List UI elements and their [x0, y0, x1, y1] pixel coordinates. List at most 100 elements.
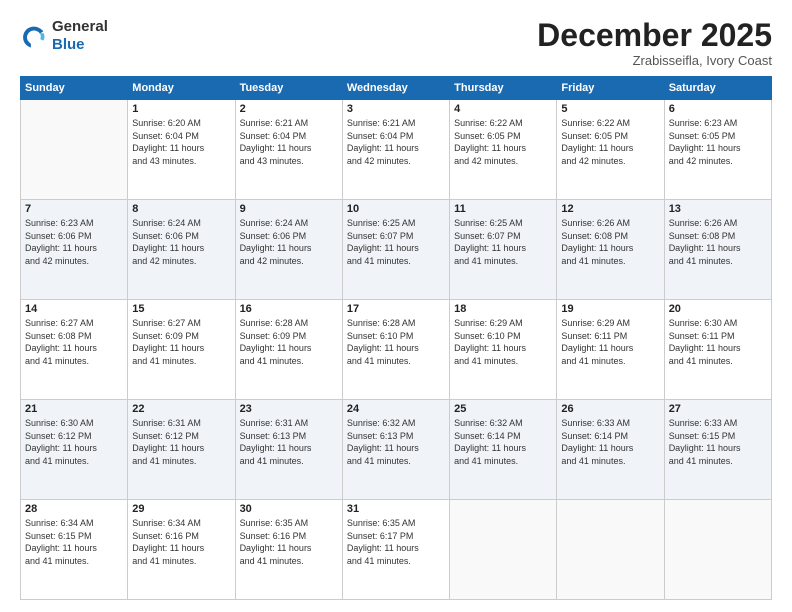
calendar-cell: 20 Sunrise: 6:30 AMSunset: 6:11 PMDayligh… [664, 300, 771, 400]
calendar-cell: 29 Sunrise: 6:34 AMSunset: 6:16 PMDayligh… [128, 500, 235, 600]
day-number: 31 [347, 503, 445, 515]
calendar-cell: 6 Sunrise: 6:23 AMSunset: 6:05 PMDaylight… [664, 100, 771, 200]
day-info: Sunrise: 6:32 AMSunset: 6:14 PMDaylight:… [454, 417, 552, 467]
day-info: Sunrise: 6:34 AMSunset: 6:15 PMDaylight:… [25, 517, 123, 567]
day-number: 6 [669, 103, 767, 115]
day-info: Sunrise: 6:22 AMSunset: 6:05 PMDaylight:… [454, 117, 552, 167]
calendar-cell: 17 Sunrise: 6:28 AMSunset: 6:10 PMDayligh… [342, 300, 449, 400]
day-info: Sunrise: 6:25 AMSunset: 6:07 PMDaylight:… [454, 217, 552, 267]
day-number: 3 [347, 103, 445, 115]
day-number: 27 [669, 403, 767, 415]
day-info: Sunrise: 6:27 AMSunset: 6:09 PMDaylight:… [132, 317, 230, 367]
calendar-cell: 14Sunrise: 6:27 AMSunset: 6:08 PMDayligh… [21, 300, 128, 400]
location-subtitle: Zrabisseifla, Ivory Coast [537, 53, 772, 68]
calendar-cell: 16 Sunrise: 6:28 AMSunset: 6:09 PMDayligh… [235, 300, 342, 400]
weekday-monday: Monday [128, 77, 235, 100]
day-info: Sunrise: 6:32 AMSunset: 6:13 PMDaylight:… [347, 417, 445, 467]
weekday-tuesday: Tuesday [235, 77, 342, 100]
calendar-cell: 19Sunrise: 6:29 AMSunset: 6:11 PMDayligh… [557, 300, 664, 400]
day-info: Sunrise: 6:31 AMSunset: 6:12 PMDaylight:… [132, 417, 230, 467]
day-number: 11 [454, 203, 552, 215]
day-info: Sunrise: 6:35 AMSunset: 6:16 PMDaylight:… [240, 517, 338, 567]
day-number: 1 [132, 103, 230, 115]
day-info: Sunrise: 6:33 AMSunset: 6:14 PMDaylight:… [561, 417, 659, 467]
day-number: 15 [132, 303, 230, 315]
weekday-thursday: Thursday [450, 77, 557, 100]
day-info: Sunrise: 6:33 AMSunset: 6:15 PMDaylight:… [669, 417, 767, 467]
calendar-table: SundayMondayTuesdayWednesdayThursdayFrid… [20, 76, 772, 600]
day-number: 20 [669, 303, 767, 315]
calendar-cell: 2 Sunrise: 6:21 AMSunset: 6:04 PMDaylight… [235, 100, 342, 200]
day-info: Sunrise: 6:34 AMSunset: 6:16 PMDaylight:… [132, 517, 230, 567]
calendar-cell: 18Sunrise: 6:29 AMSunset: 6:10 PMDayligh… [450, 300, 557, 400]
day-number: 5 [561, 103, 659, 115]
week-row-1: 1 Sunrise: 6:20 AMSunset: 6:04 PMDaylight… [21, 100, 772, 200]
day-info: Sunrise: 6:31 AMSunset: 6:13 PMDaylight:… [240, 417, 338, 467]
week-row-3: 14Sunrise: 6:27 AMSunset: 6:08 PMDayligh… [21, 300, 772, 400]
day-info: Sunrise: 6:30 AMSunset: 6:12 PMDaylight:… [25, 417, 123, 467]
day-info: Sunrise: 6:28 AMSunset: 6:10 PMDaylight:… [347, 317, 445, 367]
week-row-5: 28 Sunrise: 6:34 AMSunset: 6:15 PMDayligh… [21, 500, 772, 600]
day-number: 25 [454, 403, 552, 415]
weekday-sunday: Sunday [21, 77, 128, 100]
day-info: Sunrise: 6:21 AMSunset: 6:04 PMDaylight:… [347, 117, 445, 167]
day-number: 8 [132, 203, 230, 215]
calendar-cell: 10Sunrise: 6:25 AMSunset: 6:07 PMDayligh… [342, 200, 449, 300]
calendar-cell: 1 Sunrise: 6:20 AMSunset: 6:04 PMDaylight… [128, 100, 235, 200]
day-number: 26 [561, 403, 659, 415]
day-number: 22 [132, 403, 230, 415]
weekday-header-row: SundayMondayTuesdayWednesdayThursdayFrid… [21, 77, 772, 100]
calendar-cell: 31 Sunrise: 6:35 AMSunset: 6:17 PMDayligh… [342, 500, 449, 600]
day-number: 30 [240, 503, 338, 515]
day-info: Sunrise: 6:24 AMSunset: 6:06 PMDaylight:… [240, 217, 338, 267]
calendar-cell [664, 500, 771, 600]
calendar-cell: 3 Sunrise: 6:21 AMSunset: 6:04 PMDaylight… [342, 100, 449, 200]
weekday-saturday: Saturday [664, 77, 771, 100]
day-info: Sunrise: 6:21 AMSunset: 6:04 PMDaylight:… [240, 117, 338, 167]
day-number: 29 [132, 503, 230, 515]
day-number: 24 [347, 403, 445, 415]
logo-text: General Blue [52, 18, 108, 54]
calendar-cell [450, 500, 557, 600]
day-number: 4 [454, 103, 552, 115]
day-info: Sunrise: 6:30 AMSunset: 6:11 PMDaylight:… [669, 317, 767, 367]
calendar-cell: 12Sunrise: 6:26 AMSunset: 6:08 PMDayligh… [557, 200, 664, 300]
calendar-cell: 11 Sunrise: 6:25 AMSunset: 6:07 PMDayligh… [450, 200, 557, 300]
calendar-cell: 7 Sunrise: 6:23 AMSunset: 6:06 PMDaylight… [21, 200, 128, 300]
day-info: Sunrise: 6:35 AMSunset: 6:17 PMDaylight:… [347, 517, 445, 567]
calendar-cell: 27 Sunrise: 6:33 AMSunset: 6:15 PMDayligh… [664, 400, 771, 500]
day-info: Sunrise: 6:23 AMSunset: 6:06 PMDaylight:… [25, 217, 123, 267]
day-number: 23 [240, 403, 338, 415]
calendar-cell: 13 Sunrise: 6:26 AMSunset: 6:08 PMDayligh… [664, 200, 771, 300]
calendar-cell [21, 100, 128, 200]
calendar-cell: 22 Sunrise: 6:31 AMSunset: 6:12 PMDayligh… [128, 400, 235, 500]
day-info: Sunrise: 6:26 AMSunset: 6:08 PMDaylight:… [669, 217, 767, 267]
day-info: Sunrise: 6:23 AMSunset: 6:05 PMDaylight:… [669, 117, 767, 167]
calendar-cell: 4 Sunrise: 6:22 AMSunset: 6:05 PMDaylight… [450, 100, 557, 200]
day-number: 16 [240, 303, 338, 315]
day-number: 21 [25, 403, 123, 415]
calendar-cell: 5 Sunrise: 6:22 AMSunset: 6:05 PMDaylight… [557, 100, 664, 200]
day-number: 2 [240, 103, 338, 115]
calendar-cell: 23 Sunrise: 6:31 AMSunset: 6:13 PMDayligh… [235, 400, 342, 500]
title-block: December 2025 Zrabisseifla, Ivory Coast [537, 18, 772, 68]
day-info: Sunrise: 6:26 AMSunset: 6:08 PMDaylight:… [561, 217, 659, 267]
week-row-2: 7 Sunrise: 6:23 AMSunset: 6:06 PMDaylight… [21, 200, 772, 300]
calendar-cell: 25 Sunrise: 6:32 AMSunset: 6:14 PMDayligh… [450, 400, 557, 500]
header: General Blue December 2025 Zrabisseifla,… [20, 18, 772, 68]
day-info: Sunrise: 6:20 AMSunset: 6:04 PMDaylight:… [132, 117, 230, 167]
day-info: Sunrise: 6:24 AMSunset: 6:06 PMDaylight:… [132, 217, 230, 267]
day-number: 14 [25, 303, 123, 315]
calendar-cell: 15 Sunrise: 6:27 AMSunset: 6:09 PMDayligh… [128, 300, 235, 400]
calendar-cell: 9Sunrise: 6:24 AMSunset: 6:06 PMDaylight… [235, 200, 342, 300]
day-number: 7 [25, 203, 123, 215]
day-number: 28 [25, 503, 123, 515]
day-info: Sunrise: 6:22 AMSunset: 6:05 PMDaylight:… [561, 117, 659, 167]
calendar-cell: 24 Sunrise: 6:32 AMSunset: 6:13 PMDayligh… [342, 400, 449, 500]
week-row-4: 21 Sunrise: 6:30 AMSunset: 6:12 PMDayligh… [21, 400, 772, 500]
day-info: Sunrise: 6:28 AMSunset: 6:09 PMDaylight:… [240, 317, 338, 367]
day-number: 13 [669, 203, 767, 215]
day-number: 17 [347, 303, 445, 315]
calendar-cell: 28 Sunrise: 6:34 AMSunset: 6:15 PMDayligh… [21, 500, 128, 600]
weekday-wednesday: Wednesday [342, 77, 449, 100]
